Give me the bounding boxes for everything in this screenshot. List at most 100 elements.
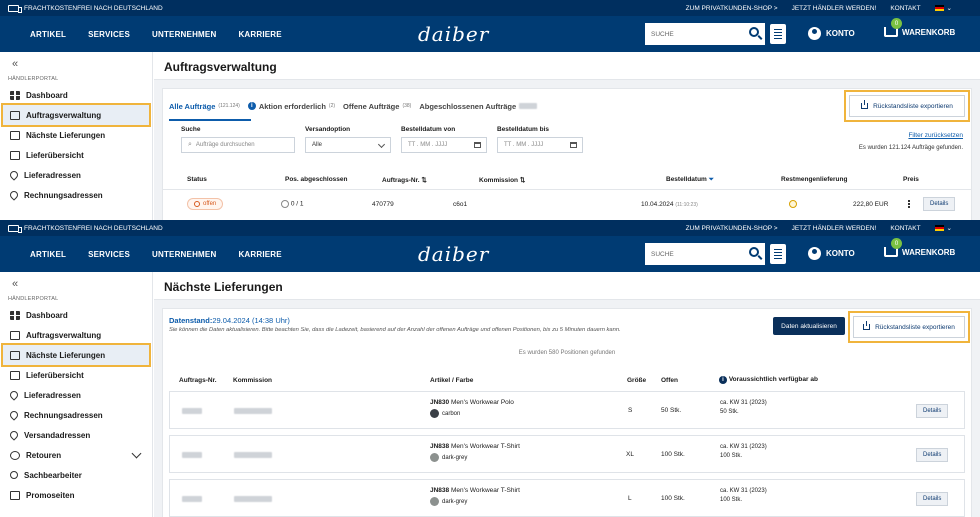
sidebar-item-sachbearbeiter[interactable]: Sachbearbeiter	[0, 465, 152, 485]
sidebar-item-auftragsverwaltung[interactable]: Auftragsverwaltung	[0, 325, 152, 345]
avail-qty: 50 Stk.	[720, 409, 739, 415]
list-item[interactable]: JN838 Men's Workwear T-Shirt dark-grey L …	[169, 479, 965, 517]
placeholder: TT . MM . JJJJ	[408, 142, 448, 148]
sidebar-item-auftragsverwaltung[interactable]: Auftragsverwaltung	[1, 103, 151, 127]
account-button[interactable]: KONTO	[808, 27, 855, 40]
details-button[interactable]: Details	[916, 448, 949, 462]
tab-open-orders[interactable]: Offene Aufträge (38)	[343, 102, 411, 111]
col-kommission[interactable]: Kommission ⇅	[479, 176, 525, 184]
account-button[interactable]: KONTO	[808, 247, 855, 260]
clipboard-icon[interactable]	[770, 244, 786, 264]
link-private-shop[interactable]: ZUM PRIVATKUNDEN-SHOP >	[686, 225, 778, 232]
tab-count: (2)	[328, 103, 336, 109]
date-to-input[interactable]: TT . MM . JJJJ	[497, 137, 583, 153]
col-label: Bestelldatum	[666, 175, 707, 183]
sidebar-label: Retouren	[26, 450, 62, 460]
collapse-sidebar-icon[interactable]: «	[0, 272, 152, 294]
language-select[interactable]: ⌄	[934, 4, 952, 12]
col-nr[interactable]: Auftrags-Nr. ⇅	[382, 176, 427, 184]
nav-artikel[interactable]: ARTIKEL	[30, 250, 66, 259]
sidebar-item-versandadressen[interactable]: Versandadressen	[0, 425, 152, 445]
calendar-icon[interactable]	[474, 142, 481, 148]
link-become-dealer[interactable]: JETZT HÄNDLER WERDEN!	[792, 225, 877, 232]
account-icon	[808, 247, 821, 260]
language-select[interactable]: ⌄	[934, 224, 952, 232]
daiber-logo[interactable]: daiber	[418, 22, 489, 46]
placeholder: Aufträge durchsuchen	[195, 142, 255, 148]
article-name: Men's Workwear Polo	[450, 399, 514, 406]
ship-select[interactable]: Alle	[305, 137, 391, 153]
flag-de-icon	[934, 225, 944, 232]
sidebar-item-rechnungsadressen[interactable]: Rechnungsadressen	[0, 185, 152, 205]
datenstand-value: 29.04.2024 (14:38 Uhr)	[212, 316, 290, 325]
table-row[interactable]: offen 0 / 1 470779 c6o1 10.04.2024 (11:1…	[163, 193, 971, 215]
sidebar-item-promoseiten[interactable]: Promoseiten	[0, 485, 152, 505]
list-item[interactable]: JN838 Men's Workwear T-Shirt dark-grey XL…	[169, 435, 965, 473]
document-icon	[10, 330, 20, 340]
details-button[interactable]: Details	[916, 492, 949, 506]
info-icon: i	[719, 376, 727, 384]
nav-services[interactable]: SERVICES	[88, 30, 130, 39]
tab-action-required[interactable]: i Aktion erforderlich (2)	[247, 102, 336, 111]
nav-unternehmen[interactable]: UNTERNEHMEN	[152, 30, 216, 39]
clipboard-icon[interactable]	[770, 24, 786, 44]
nav-karriere[interactable]: KARRIERE	[238, 30, 281, 39]
open-qty: 50 Stk.	[661, 407, 682, 414]
tab-label: Offene Aufträge	[343, 101, 400, 111]
status-icon	[194, 201, 200, 207]
nav-karriere[interactable]: KARRIERE	[238, 250, 281, 259]
sidebar-item-naechste-lieferungen[interactable]: Nächste Lieferungen	[1, 343, 151, 367]
tab-all-orders[interactable]: Alle Aufträge (121.124)	[169, 102, 240, 111]
sidebar-item-rechnungsadressen[interactable]: Rechnungsadressen	[0, 405, 152, 425]
col-rest: Restmengenlieferung	[781, 176, 848, 183]
nav-services[interactable]: SERVICES	[88, 250, 130, 259]
search-input[interactable]: SUCHE	[645, 23, 765, 45]
sidebar-label: Dashboard	[26, 310, 68, 320]
daiber-logo[interactable]: daiber	[418, 242, 489, 266]
location-pin-icon	[8, 389, 20, 401]
calendar-icon[interactable]	[570, 142, 577, 148]
blurred-commission	[234, 408, 272, 414]
sidebar-label: Lieferübersicht	[26, 370, 84, 380]
reset-filters-link[interactable]: Filter zurücksetzen	[908, 132, 963, 139]
filters: Suche ⌕ Aufträge durchsuchen Versandoption…	[181, 126, 583, 153]
col-open: Offen	[661, 376, 678, 384]
more-actions-icon[interactable]	[908, 203, 910, 205]
link-contact[interactable]: KONTAKT	[890, 225, 920, 232]
link-contact[interactable]: KONTAKT	[890, 5, 920, 12]
search-input[interactable]: SUCHE	[645, 243, 765, 265]
nav-unternehmen[interactable]: UNTERNEHMEN	[152, 250, 216, 259]
sidebar-item-lieferadressen[interactable]: Lieferadressen	[0, 165, 152, 185]
active-tab-indicator	[169, 119, 251, 121]
link-become-dealer[interactable]: JETZT HÄNDLER WERDEN!	[792, 5, 877, 12]
sidebar-label: Sachbearbeiter	[24, 470, 82, 480]
sidebar-item-dashboard[interactable]: Dashboard	[0, 305, 152, 325]
search-icon[interactable]	[749, 247, 759, 257]
refresh-data-button[interactable]: Daten aktualisieren	[773, 317, 845, 335]
col-date[interactable]: Bestelldatum ⏷	[666, 176, 714, 184]
export-backorder-button[interactable]: Rückstandsliste exportieren	[844, 90, 970, 122]
list-item[interactable]: JN830 Men's Workwear Polo carbon S 50 Stk…	[169, 391, 965, 429]
col-kommission: Kommission	[233, 376, 273, 384]
sidebar-item-dashboard[interactable]: Dashboard	[0, 85, 152, 105]
date-from-input[interactable]: TT . MM . JJJJ	[401, 137, 487, 153]
sidebar-item-lieferadressen[interactable]: Lieferadressen	[0, 385, 152, 405]
truck-icon	[10, 350, 20, 360]
search-icon[interactable]	[749, 27, 759, 37]
export-backorder-button[interactable]: Rückstandsliste exportieren	[848, 311, 970, 343]
nav-artikel[interactable]: ARTIKEL	[30, 30, 66, 39]
chevron-down-icon[interactable]	[131, 448, 142, 459]
sidebar-item-lieferuebersicht[interactable]: Lieferübersicht	[0, 145, 152, 165]
col-price: Preis	[903, 176, 919, 183]
details-button[interactable]: Details	[916, 404, 949, 418]
sidebar-item-retouren[interactable]: Retouren	[0, 445, 152, 465]
order-search-input[interactable]: ⌕ Aufträge durchsuchen	[181, 137, 295, 153]
sort-desc-icon: ⏷	[708, 175, 714, 183]
details-button[interactable]: Details	[923, 197, 956, 211]
tab-closed-orders[interactable]: Abgeschlossenen Aufträge	[419, 102, 538, 111]
data-status: Datenstand:29.04.2024 (14:38 Uhr) Sie kö…	[169, 316, 621, 333]
sidebar-item-naechste-lieferungen[interactable]: Nächste Lieferungen	[0, 125, 152, 145]
link-private-shop[interactable]: ZUM PRIVATKUNDEN-SHOP >	[686, 5, 778, 12]
collapse-sidebar-icon[interactable]: «	[0, 52, 152, 74]
sidebar-item-lieferuebersicht[interactable]: Lieferübersicht	[0, 365, 152, 385]
